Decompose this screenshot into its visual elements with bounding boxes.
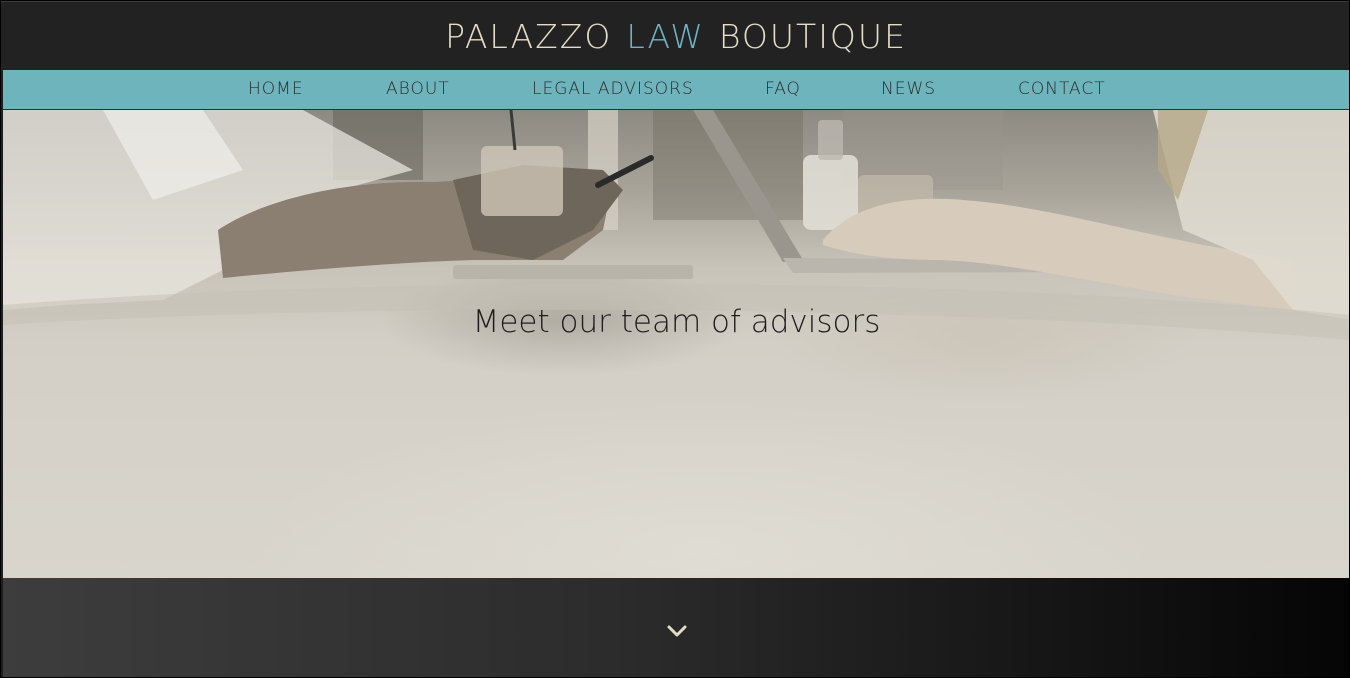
site-logo[interactable]: PALAZZO LAW BOUTIQUE — [445, 17, 907, 56]
nav-item-contact[interactable]: CONTACT — [1018, 70, 1106, 108]
site-header: PALAZZO LAW BOUTIQUE — [1, 1, 1349, 70]
scroll-down-band — [3, 578, 1349, 677]
main-nav: HOME ABOUT LEGAL ADVISORS FAQ NEWS CONTA… — [3, 70, 1349, 110]
page-frame: PALAZZO LAW BOUTIQUE HOME ABOUT LEGAL ADVI… — [0, 0, 1350, 678]
brand-part-2: LAW — [626, 16, 705, 56]
chevron-down-icon[interactable] — [664, 618, 690, 644]
brand-part-3: BOUTIQUE — [718, 16, 907, 56]
brand-part-1: PALAZZO — [445, 16, 613, 56]
nav-item-news[interactable]: NEWS — [881, 70, 936, 108]
nav-item-about[interactable]: ABOUT — [386, 70, 450, 108]
nav-item-legal-advisors[interactable]: LEGAL ADVISORS — [532, 70, 694, 108]
hero-glow-overlay — [3, 110, 1349, 578]
hero-title: Meet our team of advisors — [472, 304, 881, 340]
nav-item-home[interactable]: HOME — [248, 70, 304, 108]
nav-item-faq[interactable]: FAQ — [765, 70, 801, 108]
hero-banner: Meet our team of advisors — [3, 110, 1349, 578]
